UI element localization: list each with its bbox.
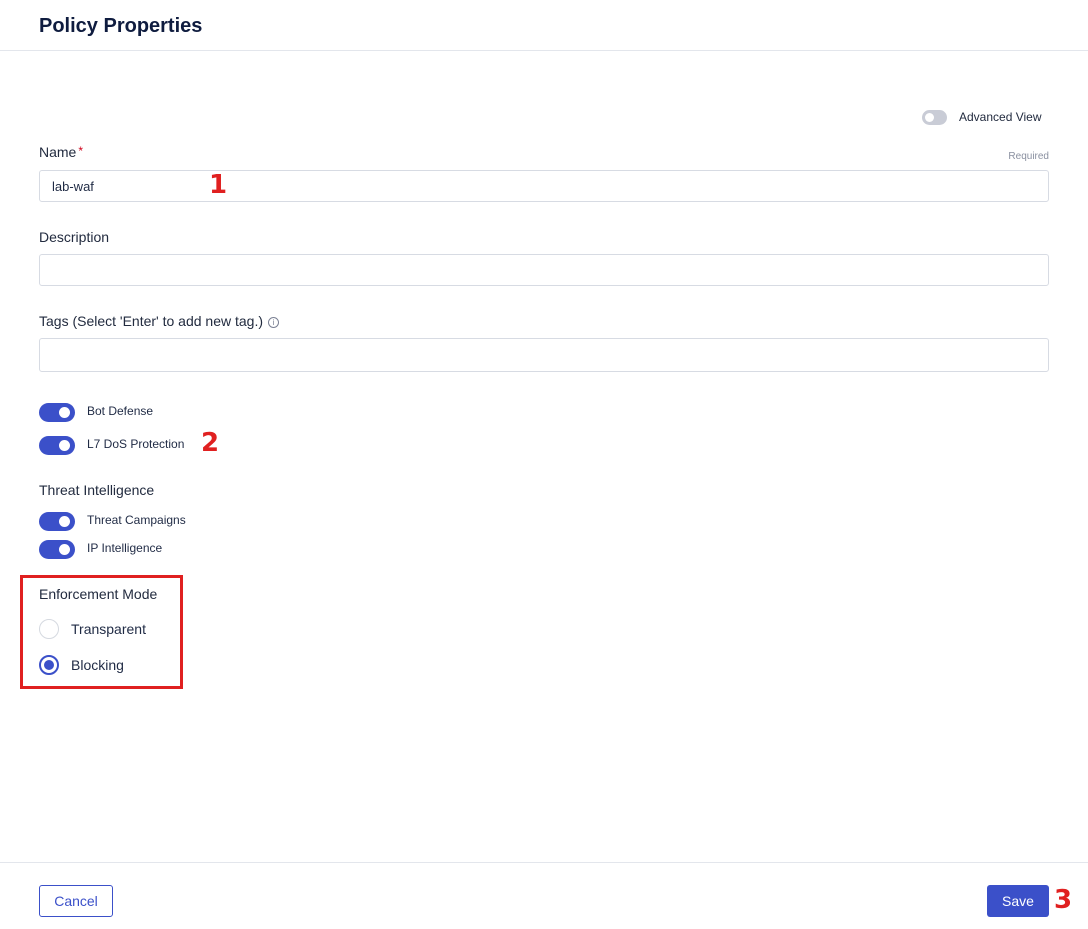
page-title: Policy Properties	[39, 15, 203, 37]
toggle-knob	[59, 516, 70, 527]
footer	[0, 862, 1088, 929]
header: Policy Properties	[0, 0, 1088, 51]
toggle-knob	[59, 440, 70, 451]
tags-label-text: Tags (Select 'Enter' to add new tag.)	[39, 313, 264, 329]
ip-intelligence-toggle[interactable]	[39, 540, 75, 559]
advanced-view-toggle[interactable]	[922, 110, 947, 125]
radio-dot	[44, 660, 54, 670]
save-button[interactable]: Save	[987, 885, 1049, 917]
threat-campaigns-label: Threat Campaigns	[87, 513, 186, 527]
tags-input[interactable]	[39, 338, 1049, 372]
blocking-label[interactable]: Blocking	[71, 657, 124, 673]
description-input[interactable]	[39, 254, 1049, 286]
blocking-radio[interactable]	[39, 655, 59, 675]
name-label-text: Name	[39, 144, 77, 160]
description-label: Description	[39, 229, 110, 245]
l7-dos-protection-label: L7 DoS Protection	[87, 437, 185, 451]
annotation-number-1: 1	[209, 170, 228, 200]
l7-dos-protection-toggle[interactable]	[39, 436, 75, 455]
advanced-view-label: Advanced View	[959, 110, 1042, 124]
name-label: Name *	[39, 144, 83, 160]
transparent-radio[interactable]	[39, 619, 59, 639]
toggle-knob	[59, 544, 70, 555]
threat-intelligence-label: Threat Intelligence	[39, 482, 155, 498]
bot-defense-label: Bot Defense	[87, 404, 154, 418]
toggle-knob	[59, 407, 70, 418]
tags-label: Tags (Select 'Enter' to add new tag.) i	[39, 313, 280, 329]
required-hint: Required	[1008, 151, 1049, 162]
cancel-button[interactable]: Cancel	[39, 885, 113, 917]
transparent-label[interactable]: Transparent	[71, 621, 146, 637]
name-input[interactable]	[39, 170, 1049, 202]
threat-campaigns-toggle[interactable]	[39, 512, 75, 531]
required-marker: *	[78, 144, 84, 158]
enforcement-mode-label: Enforcement Mode	[39, 586, 158, 602]
bot-defense-toggle[interactable]	[39, 403, 75, 422]
ip-intelligence-label: IP Intelligence	[87, 541, 163, 555]
annotation-number-2: 2	[201, 428, 220, 458]
info-icon[interactable]: i	[268, 317, 280, 328]
toggle-knob	[925, 113, 934, 122]
